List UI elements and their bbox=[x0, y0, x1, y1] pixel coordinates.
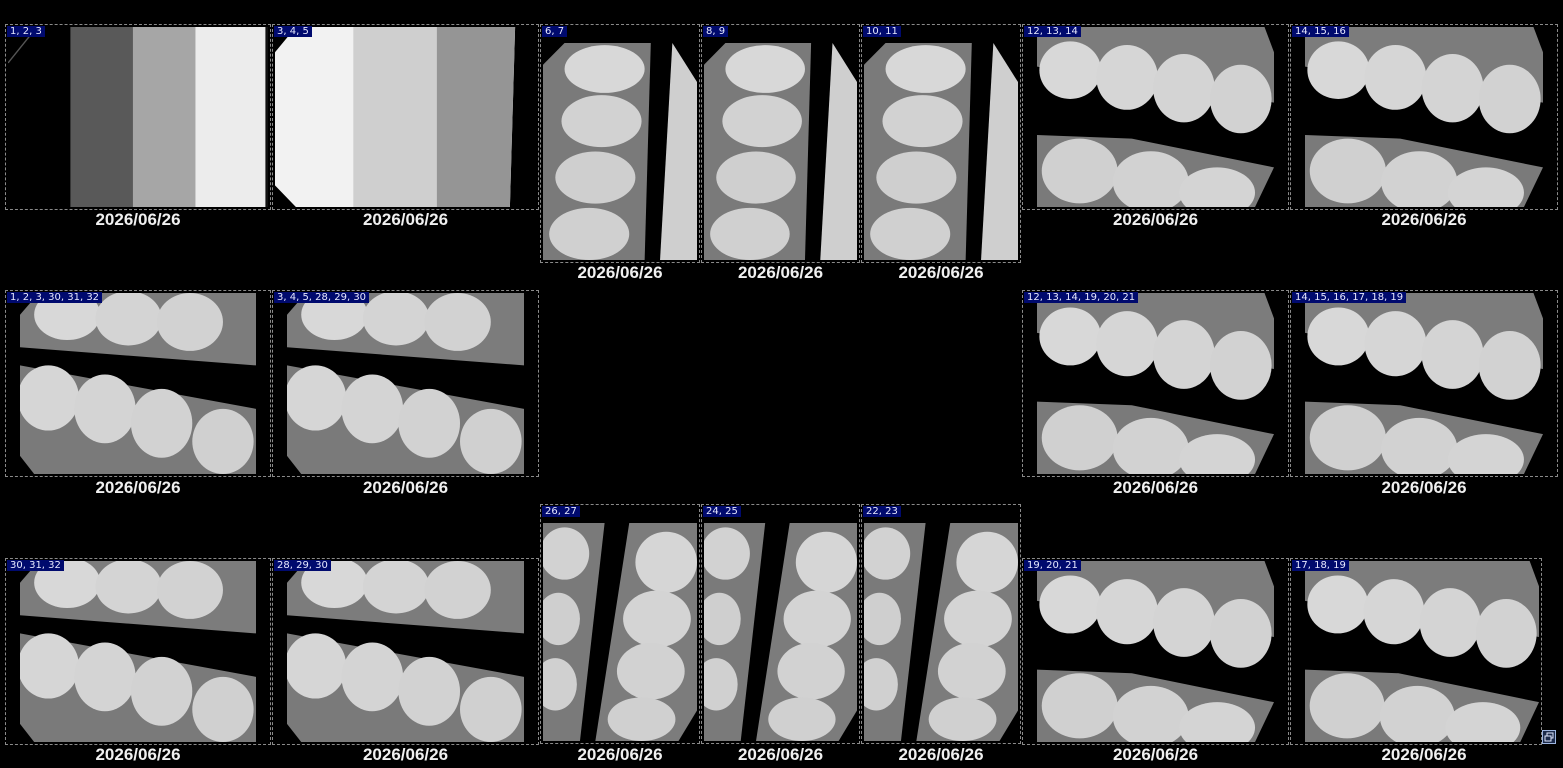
xray-image bbox=[1037, 561, 1274, 742]
tooth-number-label: 1, 2, 3 bbox=[7, 26, 45, 37]
tooth-number-label: 26, 27 bbox=[542, 506, 580, 517]
exam-date: 2026/06/26 bbox=[95, 210, 181, 229]
tooth-number-label: 30, 31, 32 bbox=[7, 560, 64, 571]
exam-date: 2026/06/26 bbox=[95, 745, 181, 764]
restore-windows-icon[interactable] bbox=[1542, 730, 1556, 744]
xray-image bbox=[704, 523, 857, 741]
tooth-number-label: 17, 18, 19 bbox=[1292, 560, 1349, 571]
xray-slot[interactable]: 14, 15, 16 bbox=[1290, 24, 1558, 210]
tooth-number-label: 10, 11 bbox=[863, 26, 901, 37]
exam-date: 2026/06/26 bbox=[1381, 478, 1467, 497]
exam-date: 2026/06/26 bbox=[1112, 478, 1199, 497]
xray-image bbox=[275, 27, 536, 207]
xray-slot[interactable]: 24, 25 bbox=[701, 504, 860, 744]
tooth-number-label: 3, 4, 5 bbox=[274, 26, 312, 37]
xray-image bbox=[8, 27, 268, 207]
xray-image bbox=[1305, 561, 1539, 742]
xray-slot[interactable]: 30, 31, 32 bbox=[5, 558, 271, 745]
xray-slot[interactable]: 10, 11 bbox=[861, 24, 1021, 263]
xray-slot[interactable]: 19, 20, 21 bbox=[1022, 558, 1289, 745]
xray-image bbox=[543, 43, 697, 260]
exam-date: 2026/06/26 bbox=[1112, 745, 1199, 764]
xray-image bbox=[1305, 293, 1543, 474]
xray-slot[interactable]: 22, 23 bbox=[861, 504, 1021, 744]
xray-image bbox=[543, 523, 697, 741]
xray-image bbox=[864, 523, 1018, 741]
exam-date: 2026/06/26 bbox=[898, 263, 984, 282]
xray-slot[interactable]: 8, 9 bbox=[701, 24, 860, 263]
exam-date: 2026/06/26 bbox=[737, 263, 824, 282]
tooth-number-label: 12, 13, 14, 19, 20, 21 bbox=[1024, 292, 1139, 303]
xray-image bbox=[1305, 27, 1543, 207]
exam-date: 2026/06/26 bbox=[898, 745, 984, 764]
tooth-number-label: 1, 2, 3, 30, 31, 32 bbox=[7, 292, 103, 303]
xray-image bbox=[1037, 27, 1274, 207]
exam-date: 2026/06/26 bbox=[1112, 210, 1199, 229]
tooth-number-label: 12, 13, 14 bbox=[1024, 26, 1081, 37]
exam-date: 2026/06/26 bbox=[362, 210, 449, 229]
exam-date: 2026/06/26 bbox=[362, 478, 449, 497]
tooth-number-label: 24, 25 bbox=[703, 506, 741, 517]
xray-slot[interactable]: 1, 2, 3 bbox=[5, 24, 271, 210]
exam-date: 2026/06/26 bbox=[1381, 745, 1467, 764]
xray-slot[interactable]: 12, 13, 14, 19, 20, 21 bbox=[1022, 290, 1289, 477]
xray-image bbox=[20, 561, 256, 742]
exam-date: 2026/06/26 bbox=[362, 745, 449, 764]
tooth-number-label: 6, 7 bbox=[542, 26, 568, 37]
xray-slot[interactable]: 28, 29, 30 bbox=[272, 558, 539, 745]
xray-slot[interactable]: 12, 13, 14 bbox=[1022, 24, 1289, 210]
tooth-number-label: 8, 9 bbox=[703, 26, 729, 37]
exam-date: 2026/06/26 bbox=[577, 263, 663, 282]
xray-slot[interactable]: 17, 18, 19 bbox=[1290, 558, 1542, 745]
tooth-number-label: 19, 20, 21 bbox=[1024, 560, 1081, 571]
exam-date: 2026/06/26 bbox=[95, 478, 181, 497]
exam-date: 2026/06/26 bbox=[737, 745, 824, 764]
xray-slot[interactable]: 3, 4, 5, 28, 29, 30 bbox=[272, 290, 539, 477]
tooth-number-label: 22, 23 bbox=[863, 506, 901, 517]
exam-date: 2026/06/26 bbox=[577, 745, 663, 764]
xray-slot[interactable]: 1, 2, 3, 30, 31, 32 bbox=[5, 290, 271, 477]
exam-date: 2026/06/26 bbox=[1381, 210, 1467, 229]
xray-image bbox=[864, 43, 1018, 260]
xray-image bbox=[287, 293, 524, 474]
xray-slot[interactable]: 26, 27 bbox=[540, 504, 700, 744]
tooth-number-label: 3, 4, 5, 28, 29, 30 bbox=[274, 292, 370, 303]
xray-slot[interactable]: 6, 7 bbox=[540, 24, 700, 263]
tooth-number-label: 14, 15, 16 bbox=[1292, 26, 1349, 37]
xray-slot[interactable]: 14, 15, 16, 17, 18, 19 bbox=[1290, 290, 1558, 477]
xray-image bbox=[1037, 293, 1274, 474]
tooth-number-label: 28, 29, 30 bbox=[274, 560, 331, 571]
xray-image bbox=[20, 293, 256, 474]
xray-image bbox=[287, 561, 524, 742]
xray-slot[interactable]: 3, 4, 5 bbox=[272, 24, 539, 210]
tooth-number-label: 14, 15, 16, 17, 18, 19 bbox=[1292, 292, 1407, 303]
xray-image bbox=[704, 43, 857, 260]
